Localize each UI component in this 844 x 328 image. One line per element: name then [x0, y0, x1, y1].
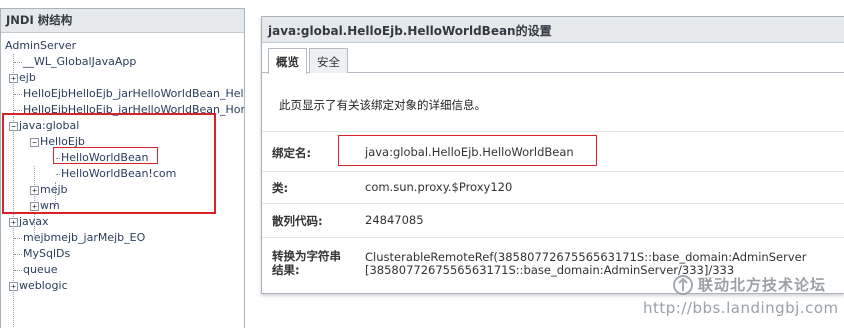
tree-item-label[interactable]: HelloEjbHelloEjb_jarHelloWorldBean_Hello…	[23, 87, 244, 100]
tree-branch-line	[14, 253, 22, 255]
forum-watermark: 联动北方技术论坛 http://bbs.landingbj.com	[643, 270, 844, 328]
tree-item-label[interactable]: javax	[19, 215, 49, 228]
tree-item-queue[interactable]: queue	[1, 262, 244, 278]
tree-item-label[interactable]: __WL_GlobalJavaApp	[23, 55, 136, 68]
forum-logo-icon	[673, 275, 693, 295]
tree-item-label[interactable]: ejb	[19, 71, 36, 84]
tree-branch-line	[14, 109, 22, 111]
field-row-class: 类: com.sun.proxy.$Proxy120	[262, 171, 844, 203]
tostring-label: 转换为字符串 结果:	[272, 249, 341, 277]
settings-title: java:global.HelloEjb.HelloWorldBean的设置	[262, 17, 844, 43]
tostring-value-line1: ClusterableRemoteRef(3858077267556563171…	[365, 250, 807, 264]
tostring-label-line1: 转换为字符串	[272, 249, 341, 263]
expand-icon[interactable]: +	[9, 73, 18, 83]
tree-item-label[interactable]: mejbmejb_jarMejb_EO	[23, 231, 145, 244]
class-value: com.sun.proxy.$Proxy120	[365, 180, 513, 194]
tree-branch-line	[14, 269, 22, 271]
tree-branch-line	[14, 61, 22, 63]
tostring-label-line2: 结果:	[272, 263, 300, 277]
tree-item-adminserver[interactable]: AdminServer	[1, 38, 244, 54]
tree-item-weblogic[interactable]: + weblogic	[1, 278, 244, 294]
expand-icon[interactable]: +	[9, 217, 18, 227]
watermark-url: http://bbs.landingbj.com	[643, 299, 839, 317]
hash-code-label: 散列代码:	[272, 214, 323, 228]
tree-item-label[interactable]: weblogic	[19, 279, 68, 292]
tree-item-label[interactable]: AdminServer	[5, 39, 76, 52]
tree-item-label[interactable]: MySqlDs	[23, 247, 70, 260]
jndi-tree-title: JNDI 树结构	[1, 9, 244, 33]
tab-security[interactable]: 安全	[309, 48, 348, 73]
binding-name-label: 绑定名:	[272, 146, 312, 160]
hash-code-value: 24847085	[365, 213, 424, 227]
class-label: 类:	[272, 181, 289, 195]
annotation-box-binding-name	[338, 135, 597, 166]
tab-overview[interactable]: 概览	[268, 48, 307, 74]
tree-item-javax[interactable]: + javax	[1, 214, 244, 230]
tree-branch-line	[14, 237, 22, 239]
tree-item-ejb[interactable]: + ejb	[1, 70, 244, 86]
watermark-title: 联动北方技术论坛	[698, 276, 827, 294]
tab-bar: 概览 安全	[262, 43, 844, 74]
intro-text: 此页显示了有关该绑定对象的详细信息。	[279, 98, 486, 112]
tree-item-helloejb-remote[interactable]: HelloEjbHelloEjb_jarHelloWorldBean_Hello…	[1, 86, 244, 102]
expand-icon[interactable]: +	[9, 281, 18, 291]
tree-item-wl-globaljavaapp[interactable]: __WL_GlobalJavaApp	[1, 54, 244, 70]
tree-item-label[interactable]: queue	[23, 263, 57, 276]
tree-item-mejbmejb-jar[interactable]: mejbmejb_jarMejb_EO	[1, 230, 244, 246]
tree-item-mysqlds[interactable]: MySqlDs	[1, 246, 244, 262]
annotation-box-helloworldbean	[53, 147, 158, 164]
field-row-hash-code: 散列代码: 24847085	[262, 203, 844, 237]
tree-branch-line	[14, 93, 22, 95]
